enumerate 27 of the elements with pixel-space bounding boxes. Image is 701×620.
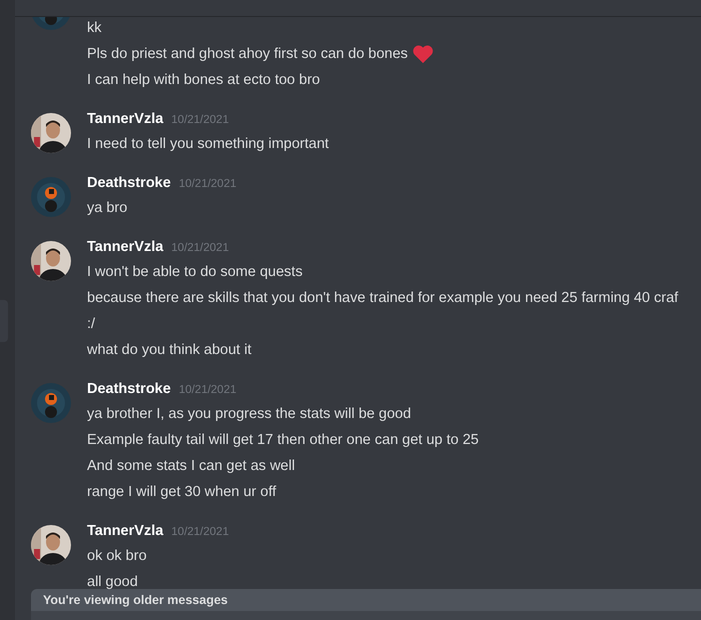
message-text: I won't be able to do some quests xyxy=(87,264,303,280)
author-name[interactable]: Deathstroke xyxy=(87,175,171,191)
author-name[interactable]: TannerVzla xyxy=(87,523,164,539)
message-text: :/ xyxy=(87,316,96,332)
message-text: range I will get 30 when ur off xyxy=(87,484,276,500)
message-text: I can help with bones at ecto too bro xyxy=(87,72,320,88)
author-name[interactable]: TannerVzla xyxy=(87,111,164,127)
message-text: what do you think about it xyxy=(87,342,252,358)
timestamp: 10/21/2021 xyxy=(171,242,229,254)
timestamp: 10/21/2021 xyxy=(178,178,236,190)
message-text: ok ok bro xyxy=(87,548,147,564)
timestamp: 10/21/2021 xyxy=(178,384,236,396)
message-text: I need to tell you something important xyxy=(87,136,329,152)
message-text: kk xyxy=(87,20,102,36)
message-text: ya brother I, as you progress the stats will be good xyxy=(87,406,412,422)
author-name[interactable]: Deathstroke xyxy=(87,381,171,397)
heart-icon xyxy=(412,44,434,64)
message-text: Example faulty tail will get 17 then other one can get up to 25 xyxy=(87,432,479,448)
message-text: because there are skills that you don't have trained for example you need 25 farming 40 craf xyxy=(87,290,678,306)
notice-text: You're viewing older messages xyxy=(43,593,228,607)
message-text: And some stats I can get as well xyxy=(87,458,295,474)
message-text: ya bro xyxy=(87,200,128,216)
message-text: Pls do priest and ghost ahoy first so can do bones xyxy=(87,46,408,62)
timestamp: 10/21/2021 xyxy=(171,526,229,538)
author-name[interactable]: TannerVzla xyxy=(87,239,164,255)
timestamp: 10/21/2021 xyxy=(171,114,229,126)
message-text: all good xyxy=(87,574,138,590)
